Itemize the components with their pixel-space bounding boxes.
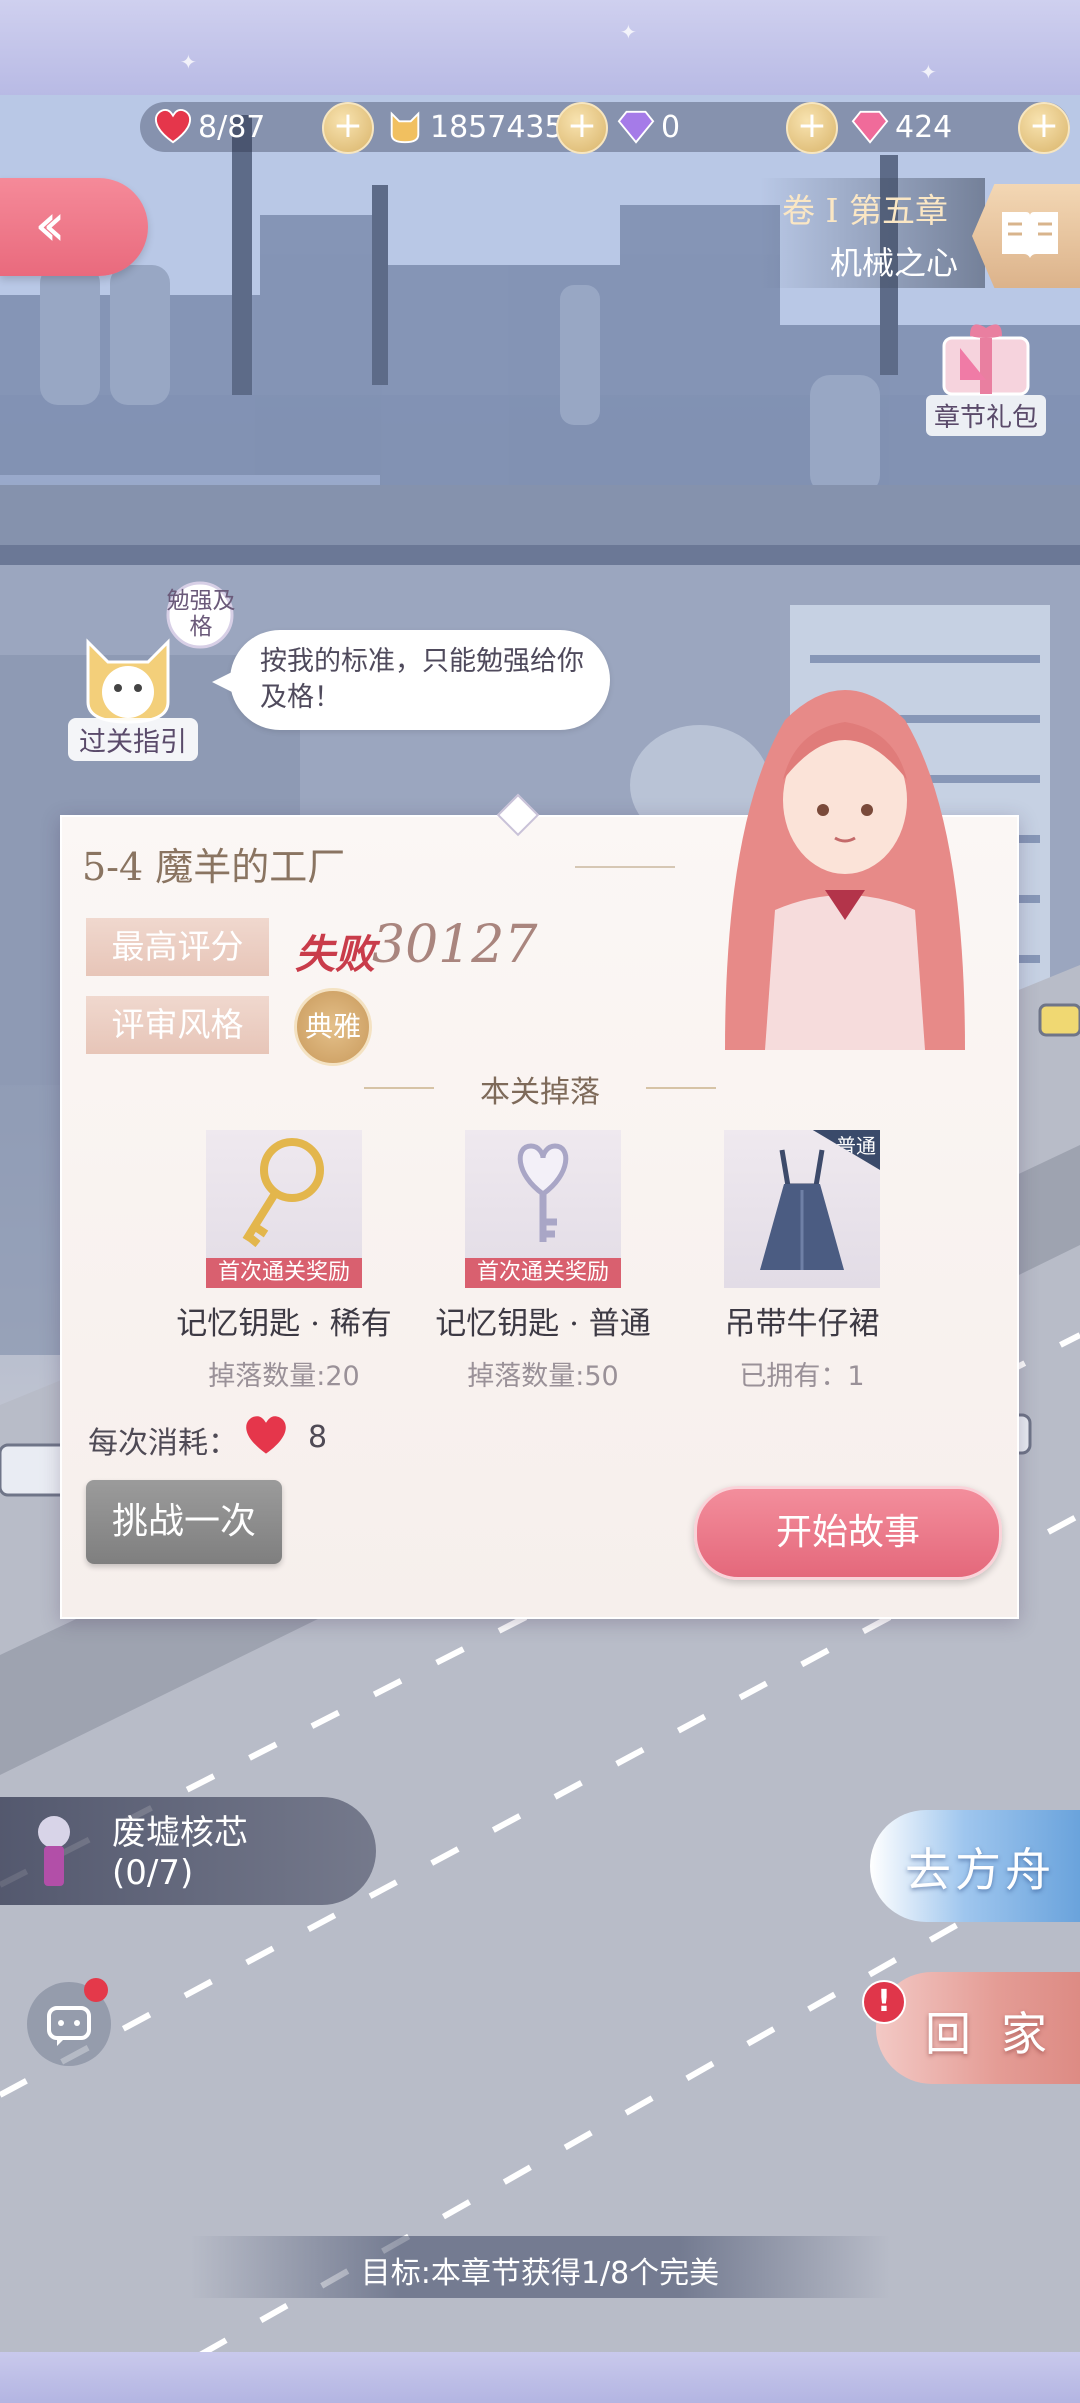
drop-item-rare-key[interactable]: 首次通关奖励	[206, 1130, 362, 1288]
stamina-display: 8/87	[154, 104, 265, 150]
ruins-core-title: 废墟核芯	[112, 1813, 248, 1853]
double-chevron-left-icon: ‹‹	[34, 190, 66, 260]
gift-box-icon[interactable]	[930, 318, 1040, 398]
drop-item-owned: 已拥有：1	[739, 1361, 865, 1392]
heart-icon	[246, 1416, 286, 1454]
first-clear-tag: 首次通关奖励	[465, 1258, 621, 1288]
ruins-core-count: (0/7)	[112, 1853, 194, 1893]
cat-coin-icon	[390, 111, 420, 144]
alert-icon: !	[862, 1980, 906, 2024]
drop-item-name: 吊带牛仔裙	[724, 1306, 880, 1342]
character-portrait	[725, 690, 965, 1050]
cost-value: 8	[308, 1420, 328, 1455]
notification-dot	[84, 1978, 108, 2002]
judge-style-label: 评审风格	[86, 996, 269, 1054]
stage-title: 5-4 魔羊的工厂	[82, 845, 346, 889]
drops-title: 本关掉落	[364, 1067, 716, 1111]
drop-item-name: 记忆钥匙 · 普通	[435, 1306, 651, 1342]
start-story-button[interactable]: 开始故事	[694, 1486, 1002, 1580]
silver-key-icon	[517, 1143, 569, 1242]
diamond-value: 0	[661, 109, 681, 145]
diamond-display: 0	[617, 104, 680, 150]
judge-style-badge[interactable]: 典雅	[294, 988, 372, 1066]
title-decoration	[575, 866, 675, 868]
gold-value: 1857435	[430, 109, 564, 145]
ruins-core-icon	[38, 1816, 70, 1886]
drop-item-quantity: 掉落数量:20	[208, 1361, 360, 1392]
crystal-value: 424	[895, 109, 953, 145]
speech-bubble: 按我的标准，只能勉强给你及格！	[212, 630, 610, 730]
stamina-value: 8/87	[198, 109, 266, 145]
gold-display: 1857435	[386, 104, 564, 150]
go-to-ark-label: 去方舟	[905, 1843, 1055, 1897]
drop-item-name: 记忆钥匙 · 稀有	[176, 1306, 392, 1342]
bottom-frame	[0, 2352, 1080, 2403]
book-icon	[1002, 212, 1058, 258]
chapter-gift-label[interactable]: 章节礼包	[926, 395, 1047, 436]
first-clear-tag: 首次通关奖励	[206, 1258, 362, 1288]
cat-mascot-icon[interactable]	[68, 612, 188, 732]
best-score-label: 最高评分	[86, 918, 269, 976]
drop-item-denim-dress[interactable]: 普通	[724, 1130, 880, 1288]
drop-item-quantity: 掉落数量:50	[467, 1361, 619, 1392]
add-gold-button[interactable]: +	[556, 102, 608, 154]
best-result: 失败	[295, 931, 375, 978]
challenge-once-button[interactable]: 挑战一次	[86, 1480, 282, 1564]
objective-text: 目标:本章节获得1/8个完美	[360, 2256, 720, 2291]
chapter-book-button[interactable]	[972, 184, 1080, 288]
purple-diamond-icon	[617, 110, 655, 144]
chapter-name: 机械之心	[830, 244, 959, 282]
add-diamond-button[interactable]: +	[786, 102, 838, 154]
chapter-volume: 卷 I 第五章	[782, 191, 949, 230]
go-home-label: 回家	[925, 2007, 1077, 2061]
back-button[interactable]: ‹‹	[0, 178, 148, 276]
add-stamina-button[interactable]: +	[322, 102, 374, 154]
best-score-value: 30127	[372, 915, 538, 975]
pink-crystal-icon	[851, 110, 889, 144]
heart-icon	[154, 108, 192, 144]
top-frame	[0, 0, 1080, 100]
cost-label: 每次消耗：	[88, 1426, 238, 1461]
add-crystal-button[interactable]: +	[1018, 102, 1070, 154]
gold-key-icon	[242, 1138, 324, 1248]
guide-label[interactable]: 过关指引	[68, 718, 198, 761]
drop-item-normal-key[interactable]: 首次通关奖励	[465, 1130, 621, 1288]
speech-text: 按我的标准，只能勉强给你及格！	[260, 646, 584, 713]
crystal-display: 424	[851, 104, 952, 150]
